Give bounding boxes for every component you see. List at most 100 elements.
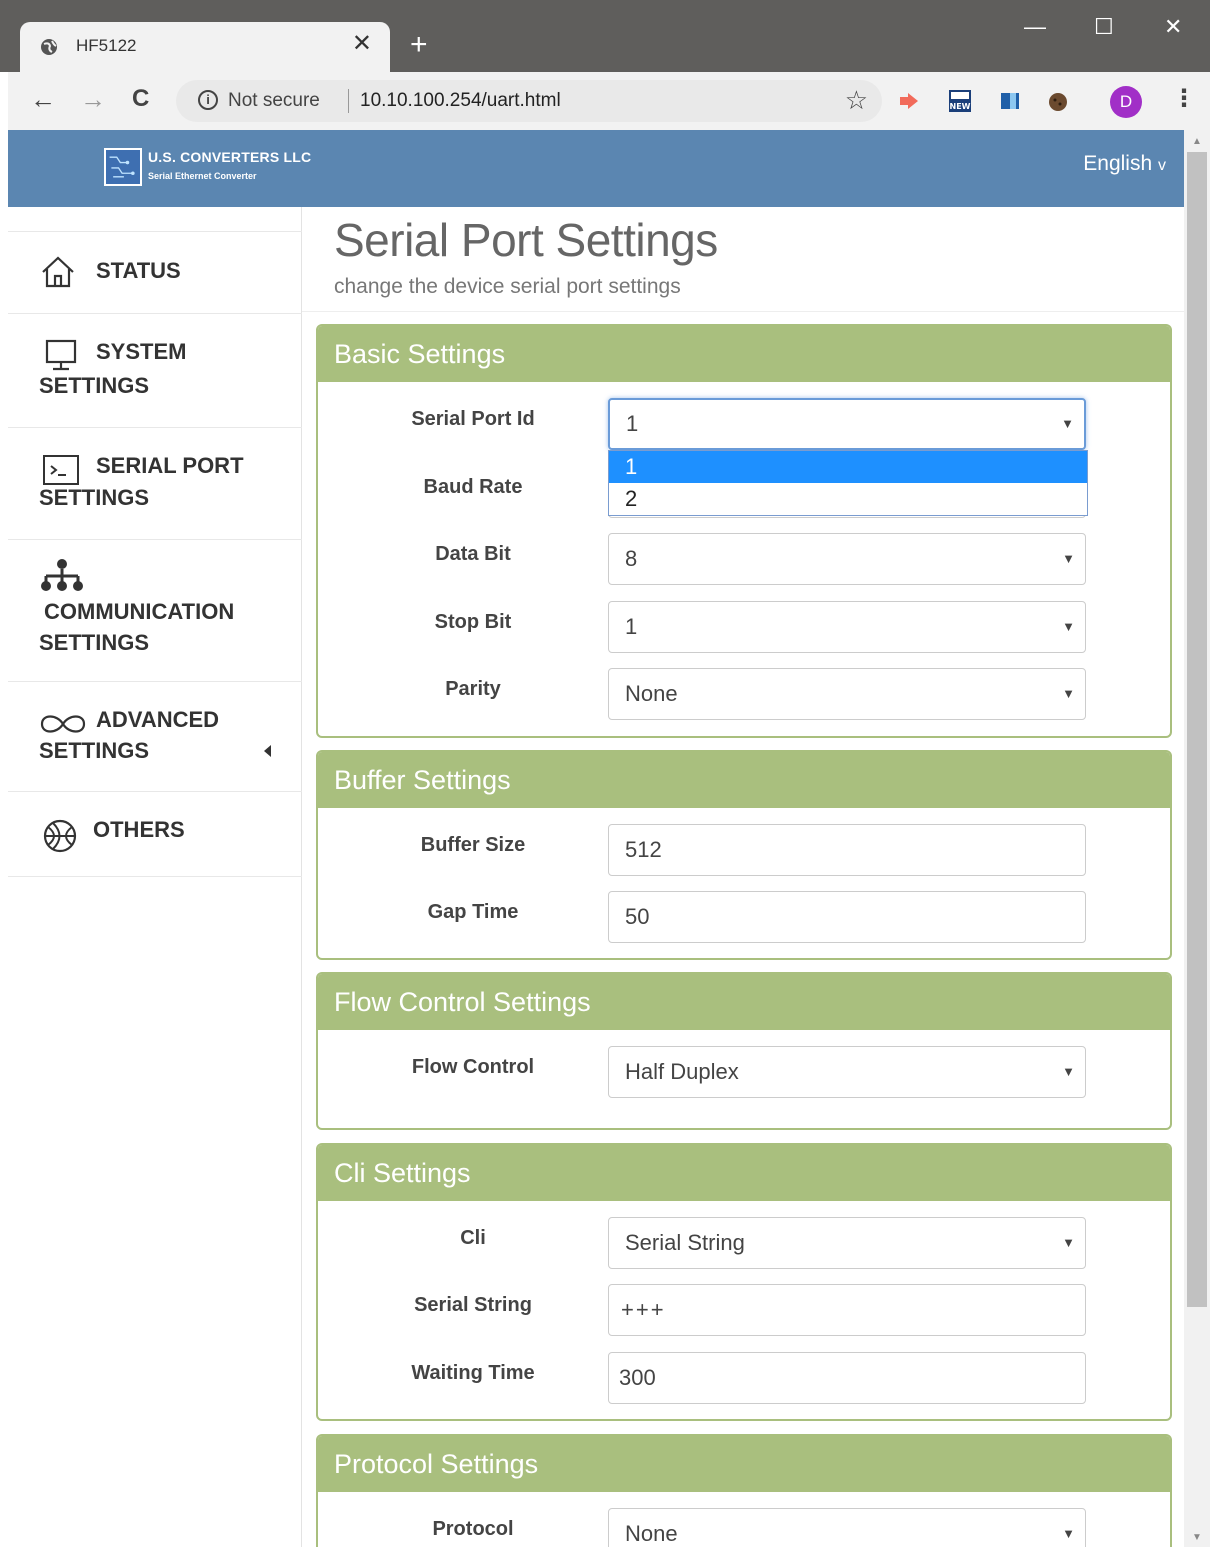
buffer-size-input[interactable]: 512 — [608, 824, 1086, 876]
company-name: U.S. CONVERTERS LLC — [148, 149, 312, 165]
globe-icon — [41, 39, 57, 55]
form-row-waiting-time: Waiting Time 300 — [318, 1352, 1170, 1404]
cli-select[interactable]: Serial String ▼ — [608, 1217, 1086, 1269]
buffer-size-value: 512 — [625, 837, 662, 862]
back-button[interactable]: ← — [30, 86, 56, 112]
stop-bit-value: 1 — [625, 614, 638, 639]
language-selector[interactable]: English v — [1083, 152, 1166, 176]
waiting-time-value: 300 — [619, 1365, 656, 1390]
network-icon — [41, 559, 83, 591]
flow-control-select[interactable]: Half Duplex ▼ — [608, 1046, 1086, 1098]
sidebar-label-adv-1: ADVANCED — [96, 707, 220, 732]
web-page: U.S. CONVERTERS LLC Serial Ethernet Conv… — [8, 130, 1184, 1547]
infinity-icon — [40, 715, 86, 733]
extension-book-icon[interactable] — [998, 89, 1022, 113]
cli-settings-panel: Cli Settings Cli Serial String ▼ Serial … — [316, 1143, 1172, 1421]
form-row-data-bit: Data Bit 8 ▼ — [318, 533, 1170, 585]
dropdown-option[interactable]: 2 — [609, 483, 1087, 515]
panel-heading: Buffer Settings — [318, 752, 1170, 808]
close-window-button[interactable]: ✕ — [1164, 14, 1182, 40]
sidebar-label-serial-1: SERIAL PORT — [96, 453, 244, 478]
sidebar-label-system-2: SETTINGS — [39, 373, 150, 398]
serial-port-id-select[interactable]: 1 ▼ — [608, 398, 1086, 450]
sidebar-label-adv-2: SETTINGS — [39, 738, 150, 763]
browser-menu-icon[interactable]: ⋮ — [1172, 84, 1196, 113]
select-arrow-icon: ▼ — [1062, 1526, 1075, 1541]
baud-rate-label: Baud Rate — [423, 476, 523, 498]
flow-control-panel: Flow Control Settings Flow Control Half … — [316, 972, 1172, 1130]
data-bit-value: 8 — [625, 546, 638, 571]
basketball-icon — [43, 819, 77, 853]
sidebar-item-others[interactable]: OTHERS — [8, 791, 302, 877]
reload-button[interactable]: C — [132, 86, 149, 112]
sidebar-item-communication-settings[interactable]: COMMUNICATION SETTINGS — [8, 539, 302, 681]
extension-arrow-icon[interactable] — [896, 89, 920, 113]
sidebar-nav: STATUS SYSTEM SETTINGS SERIAL PORT SETTI… — [8, 207, 302, 1547]
sidebar-label-status: STATUS — [96, 258, 181, 283]
select-arrow-icon: ▼ — [1062, 551, 1075, 566]
sidebar-label-comm-2: SETTINGS — [39, 630, 150, 655]
waiting-time-input[interactable]: 300 — [608, 1352, 1086, 1404]
stop-bit-select[interactable]: 1 ▼ — [608, 601, 1086, 653]
serial-string-input[interactable]: +++ — [608, 1284, 1086, 1336]
extension-cookie-icon[interactable] — [1046, 89, 1070, 113]
sidebar-item-system-settings[interactable]: SYSTEM SETTINGS — [8, 313, 302, 427]
scroll-up-arrow-icon[interactable]: ▲ — [1192, 136, 1202, 147]
sidebar-item-advanced-settings[interactable]: ADVANCED SETTINGS — [8, 681, 302, 791]
maximize-button[interactable]: ☐ — [1094, 14, 1114, 40]
stop-bit-label: Stop Bit — [434, 611, 512, 633]
gap-time-label: Gap Time — [427, 901, 519, 923]
scrollbar-thumb[interactable] — [1187, 152, 1207, 1307]
protocol-value: None — [625, 1521, 678, 1546]
cli-label: Cli — [460, 1227, 486, 1249]
flow-control-value: Half Duplex — [625, 1059, 739, 1084]
extension-new-icon[interactable]: NEW — [948, 89, 972, 113]
basic-settings-panel: Basic Settings Serial Port Id 1 ▼ Baud R… — [316, 324, 1172, 738]
scroll-down-arrow-icon[interactable]: ▼ — [1192, 1532, 1202, 1543]
panel-heading: Basic Settings — [318, 326, 1170, 382]
profile-avatar[interactable]: D — [1110, 86, 1142, 118]
new-tab-button[interactable]: + — [410, 30, 428, 60]
serial-string-label: Serial String — [414, 1294, 532, 1316]
form-row-flow-control: Flow Control Half Duplex ▼ — [318, 1046, 1170, 1098]
tab-close-icon[interactable]: ✕ — [352, 32, 372, 56]
sidebar-label-serial-2: SETTINGS — [39, 485, 150, 510]
protocol-label: Protocol — [432, 1518, 514, 1540]
data-bit-label: Data Bit — [435, 543, 511, 565]
minimize-button[interactable]: — — [1024, 14, 1046, 40]
parity-select[interactable]: None ▼ — [608, 668, 1086, 720]
address-bar[interactable]: i Not secure 10.10.100.254/uart.html ☆ — [176, 80, 882, 122]
page-title: Serial Port Settings — [334, 214, 718, 266]
monitor-icon — [45, 339, 77, 371]
sidebar-item-status[interactable]: STATUS — [8, 231, 302, 313]
select-arrow-icon: ▼ — [1061, 416, 1074, 431]
main-content: Serial Port Settings change the device s… — [302, 207, 1184, 1547]
buffer-size-label: Buffer Size — [420, 834, 526, 856]
browser-toolbar: ← → C i Not secure 10.10.100.254/uart.ht… — [8, 72, 1210, 130]
tab-strip: HF5122 ✕ + — ☐ ✕ — [0, 0, 1210, 72]
sidebar-item-serial-port-settings[interactable]: SERIAL PORT SETTINGS — [8, 427, 302, 539]
sidebar-label-others: OTHERS — [93, 817, 185, 842]
form-row-buffer-size: Buffer Size 512 — [318, 824, 1170, 876]
company-tagline: Serial Ethernet Converter — [148, 171, 257, 181]
parity-label: Parity — [445, 678, 501, 700]
url-text[interactable]: 10.10.100.254/uart.html — [360, 90, 561, 112]
flow-control-label: Flow Control — [411, 1056, 535, 1078]
bookmark-star-icon[interactable]: ☆ — [845, 85, 868, 116]
language-label: English — [1083, 152, 1153, 175]
forward-button[interactable]: → — [80, 86, 106, 112]
form-row-protocol: Protocol None ▼ — [318, 1508, 1170, 1547]
gap-time-input[interactable]: 50 — [608, 891, 1086, 943]
protocol-select[interactable]: None ▼ — [608, 1508, 1086, 1547]
serial-port-id-label: Serial Port Id — [411, 408, 535, 430]
home-icon — [42, 256, 74, 288]
data-bit-select[interactable]: 8 ▼ — [608, 533, 1086, 585]
dropdown-option[interactable]: 1 — [609, 451, 1087, 483]
page-scrollbar[interactable]: ▲ ▼ — [1184, 130, 1210, 1547]
chevron-down-icon: v — [1158, 157, 1166, 174]
page-subtitle: change the device serial port settings — [334, 275, 681, 298]
site-header: U.S. CONVERTERS LLC Serial Ethernet Conv… — [8, 130, 1184, 207]
not-secure-label: Not secure — [228, 90, 320, 111]
browser-tab[interactable]: HF5122 ✕ — [20, 22, 390, 72]
info-icon[interactable]: i — [198, 90, 218, 110]
